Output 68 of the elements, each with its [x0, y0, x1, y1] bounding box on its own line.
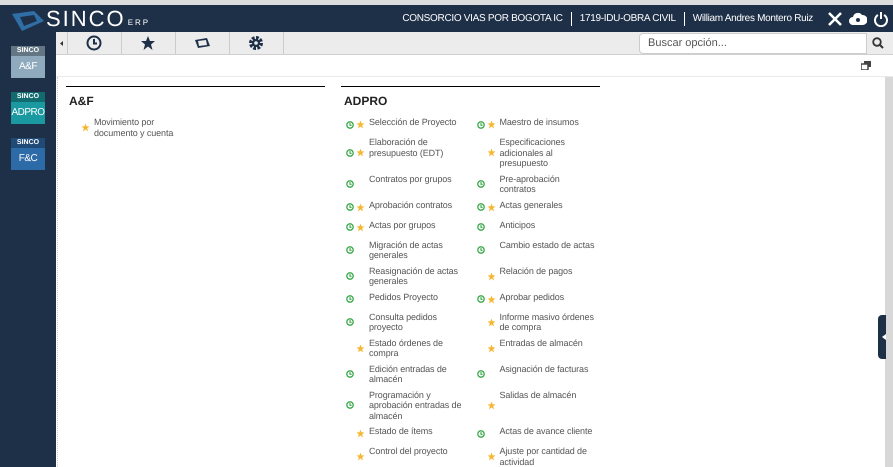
- menu-option-link[interactable]: Contratos por grupos: [369, 174, 454, 184]
- favorite-star-icon[interactable]: [486, 318, 496, 326]
- menu-option-link[interactable]: Estado de ítems: [369, 426, 435, 436]
- menu-option-link[interactable]: Anticipos: [500, 220, 538, 230]
- favorite-star-icon[interactable]: [486, 344, 496, 352]
- star-icon[interactable]: [140, 35, 157, 51]
- menu-option-link[interactable]: Estado órdenes de compra: [369, 338, 470, 358]
- menu-option-link[interactable]: Programación y aprobación entradas de almacén: [369, 390, 470, 421]
- menu-option-link[interactable]: Edición entradas de almacén: [369, 364, 470, 384]
- menu-option-link[interactable]: Cambio estado de actas: [500, 240, 596, 250]
- favorite-star-icon[interactable]: [356, 344, 365, 352]
- module-label: F&C: [18, 152, 38, 166]
- history-icon[interactable]: [86, 35, 103, 51]
- menu-option-link[interactable]: Aprobar pedidos: [500, 292, 566, 302]
- company-name: CONSORCIO VIAS POR BOGOTA IC: [402, 12, 563, 26]
- menu-option-link[interactable]: Control del proyecto: [369, 446, 450, 456]
- caret-left-icon[interactable]: [60, 40, 63, 46]
- menu-option-link[interactable]: Elaboración de presupuesto (EDT): [369, 137, 470, 158]
- scrollbar[interactable]: [885, 77, 893, 467]
- cloud-help-icon[interactable]: [849, 12, 867, 26]
- search-field[interactable]: Buscar opción...: [639, 32, 867, 54]
- menu-option-link[interactable]: Asignación de facturas: [500, 364, 590, 374]
- favorite-star-icon[interactable]: [486, 272, 496, 280]
- side-panel-handle[interactable]: [878, 315, 886, 359]
- menu-option-link[interactable]: Pre-aprobación contratos: [500, 174, 600, 194]
- menu-option-link[interactable]: Consulta pedidos proyecto: [369, 312, 470, 332]
- menu-option-link[interactable]: Pedidos Proyecto: [369, 292, 440, 302]
- menu-option-link[interactable]: Salidas de almacén: [500, 390, 578, 400]
- restore-window-icon[interactable]: [861, 61, 871, 70]
- menu-option-link[interactable]: Actas por grupos: [369, 220, 438, 230]
- module-icon[interactable]: [194, 35, 211, 51]
- menu-option-link[interactable]: Reasignación de actas generales: [369, 266, 470, 286]
- group-title: ADPRO: [344, 93, 388, 110]
- favorite-star-icon[interactable]: [486, 400, 496, 410]
- favorite-star-icon[interactable]: [486, 294, 496, 304]
- favorite-star-icon[interactable]: [356, 148, 365, 158]
- logo-text: SINCO: [46, 6, 126, 30]
- menu-option-link[interactable]: Maestro de insumos: [500, 117, 581, 128]
- group-title: A&F: [69, 93, 95, 110]
- menu-option-link[interactable]: Aprobación contratos: [369, 200, 454, 210]
- search-icon: [872, 37, 884, 49]
- project-name: 1719-IDU-OBRA CIVIL: [580, 12, 676, 26]
- favorite-star-icon[interactable]: [486, 120, 496, 129]
- favorite-star-icon[interactable]: [486, 148, 496, 158]
- favorite-star-icon[interactable]: [356, 429, 365, 438]
- module-label: A&F: [18, 60, 38, 74]
- favorite-star-icon[interactable]: [356, 120, 365, 129]
- logo-suffix: ERP: [128, 16, 150, 28]
- menu-option-link[interactable]: Especificaciones adicionales al presupuesto: [500, 137, 600, 168]
- menu-option-link[interactable]: Ajuste por cantidad de actividad: [500, 446, 600, 467]
- favorite-star-icon[interactable]: [81, 123, 90, 132]
- menu-option-link[interactable]: Entradas de almacén: [500, 338, 585, 348]
- power-icon[interactable]: [873, 10, 889, 26]
- favorite-star-icon[interactable]: [356, 222, 365, 232]
- favorite-star-icon[interactable]: [356, 452, 365, 461]
- favorite-star-icon[interactable]: [486, 452, 496, 461]
- menu-option-link[interactable]: Movimiento por documento y cuenta: [94, 117, 194, 138]
- menu-option-link[interactable]: Informe masivo órdenes de compra: [500, 312, 600, 332]
- favorite-star-icon[interactable]: [356, 202, 365, 212]
- menu-option-link[interactable]: Actas de avance cliente: [500, 426, 594, 436]
- menu-option-link[interactable]: Actas generales: [500, 200, 565, 210]
- favorite-star-icon[interactable]: [486, 202, 496, 212]
- settings-icon[interactable]: [248, 35, 265, 51]
- user-name[interactable]: William Andres Montero Ruiz: [692, 11, 813, 26]
- menu-option-link[interactable]: Relación de pagos: [500, 266, 574, 276]
- menu-option-link[interactable]: Selección de Proyecto: [369, 117, 458, 128]
- module-label: ADPRO: [11, 106, 45, 120]
- menu-option-link[interactable]: Migración de actas generales: [369, 240, 470, 260]
